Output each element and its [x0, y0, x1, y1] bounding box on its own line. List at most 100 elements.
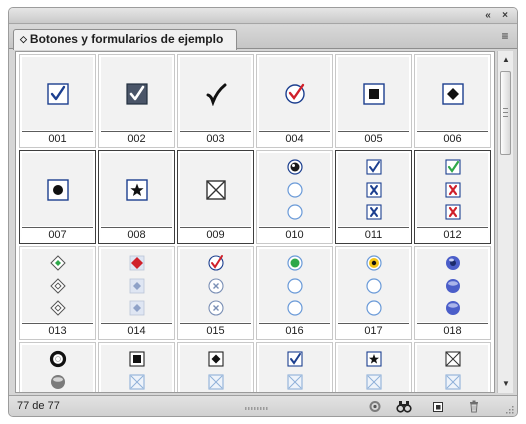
red-x-box-icon [444, 204, 461, 220]
item-label: 014 [101, 323, 172, 338]
grid-item[interactable] [177, 342, 254, 392]
circle-x-icon [207, 277, 224, 294]
xbox-dark-icon [444, 351, 461, 367]
panel-resize-handle-icon[interactable] [244, 406, 270, 411]
item-label: 003 [180, 131, 251, 146]
grid-item[interactable]: 001 [19, 54, 96, 148]
star-box-icon [365, 351, 382, 367]
item-preview [259, 57, 330, 130]
checkbox-dark-checked-icon [125, 82, 148, 105]
item-label: 002 [101, 131, 172, 146]
item-preview [259, 249, 330, 322]
grid-item[interactable]: 013 [19, 246, 96, 340]
item-label: 018 [417, 323, 488, 338]
item-preview [101, 249, 172, 322]
grid-item[interactable]: 012 [414, 150, 491, 244]
item-preview [259, 345, 330, 392]
circle-red-check-icon [284, 83, 305, 104]
scroll-down-icon[interactable]: ▼ [498, 377, 514, 391]
blue-diamond-icon [129, 300, 144, 316]
item-preview [180, 249, 251, 322]
grid-item[interactable]: 003 [177, 54, 254, 148]
xbox-lite-icon [444, 373, 461, 390]
radio-empty-icon [286, 181, 303, 198]
radio-dark-icon [286, 159, 303, 175]
sphere-dark-icon [445, 255, 460, 270]
item-label: 006 [417, 131, 488, 146]
item-preview [101, 57, 172, 130]
library-content: 001 002 003 004 005 006 007 008 009 010 011 012 013 0… [15, 51, 495, 393]
diamond-empty-icon [49, 300, 66, 316]
grid-item[interactable]: 002 [98, 54, 175, 148]
radio-green-icon [286, 255, 303, 271]
item-label: 008 [101, 227, 172, 242]
grid-item[interactable]: 018 [414, 246, 491, 340]
grid-item[interactable]: 011 [335, 150, 412, 244]
panel-menu-icon[interactable]: ≡ [498, 30, 512, 42]
scroll-thumb[interactable] [500, 71, 511, 155]
grid-item[interactable] [414, 342, 491, 392]
grid-item[interactable]: 006 [414, 54, 491, 148]
scroll-up-icon[interactable]: ▲ [498, 53, 514, 67]
panel-titlebar: « × [9, 8, 517, 24]
item-label: 017 [338, 323, 409, 338]
grid-item[interactable] [19, 342, 96, 392]
grid-item[interactable]: 014 [98, 246, 175, 340]
grid-item[interactable] [256, 342, 333, 392]
diamond-box-icon [207, 351, 224, 367]
tab-row: ◇ Botones y formularios de ejemplo ≡ [9, 25, 517, 50]
grid-item[interactable]: 008 [98, 150, 175, 244]
xbox-lite-icon [128, 373, 145, 390]
grid-item[interactable] [335, 342, 412, 392]
info-icon[interactable] [367, 399, 383, 414]
grid-item[interactable]: 010 [256, 150, 333, 244]
thumb-grip-icon [503, 108, 508, 117]
radio-empty-icon [286, 300, 303, 316]
xbox-lite-icon [286, 373, 303, 390]
resize-corner-icon[interactable] [505, 405, 515, 415]
item-preview [101, 153, 172, 226]
item-preview [417, 57, 488, 130]
xbox-lite-icon [207, 373, 224, 390]
grid-item[interactable] [98, 342, 175, 392]
item-preview [22, 249, 93, 322]
sphere-blue-icon [445, 301, 460, 316]
panel-window: « × ◇ Botones y formularios de ejemplo ≡ … [8, 7, 518, 417]
tab-title: Botones y formularios de ejemplo [29, 32, 224, 46]
checkmark-icon [206, 83, 226, 106]
red-diamond-icon [129, 255, 144, 271]
check-box-icon [365, 159, 382, 175]
item-preview [338, 153, 409, 226]
grid-item[interactable]: 009 [177, 150, 254, 244]
tab-botones-y-formularios[interactable]: ◇ Botones y formularios de ejemplo [13, 29, 237, 50]
item-preview [417, 153, 488, 226]
circle-red-check-icon [207, 254, 224, 271]
grid-item[interactable]: 015 [177, 246, 254, 340]
sphere-gray-icon [50, 374, 65, 389]
item-label: 005 [338, 131, 409, 146]
item-label: 016 [259, 323, 330, 338]
grid-item[interactable]: 017 [335, 246, 412, 340]
collapse-panel-button[interactable]: « [481, 9, 495, 22]
circle-in-square-icon [46, 178, 69, 201]
trash-icon[interactable] [466, 399, 482, 414]
x-box-icon [365, 181, 382, 198]
vertical-scrollbar[interactable]: ▲ ▼ [497, 51, 513, 393]
item-label: 004 [259, 131, 330, 146]
new-item-icon[interactable] [430, 399, 446, 414]
close-panel-button[interactable]: × [498, 9, 512, 22]
item-preview [22, 345, 93, 392]
grid-item[interactable]: 007 [19, 150, 96, 244]
ring-black-icon [49, 350, 66, 367]
item-preview [259, 153, 330, 226]
item-label: 013 [22, 323, 93, 338]
item-preview [338, 345, 409, 392]
grid-item[interactable]: 016 [256, 246, 333, 340]
grid-item[interactable]: 004 [256, 54, 333, 148]
grid-item[interactable]: 005 [335, 54, 412, 148]
item-label: 012 [417, 227, 488, 242]
green-check-box-icon [444, 159, 461, 175]
find-binoculars-icon[interactable] [396, 399, 412, 414]
radio-empty-icon [286, 277, 303, 294]
item-preview [338, 57, 409, 130]
